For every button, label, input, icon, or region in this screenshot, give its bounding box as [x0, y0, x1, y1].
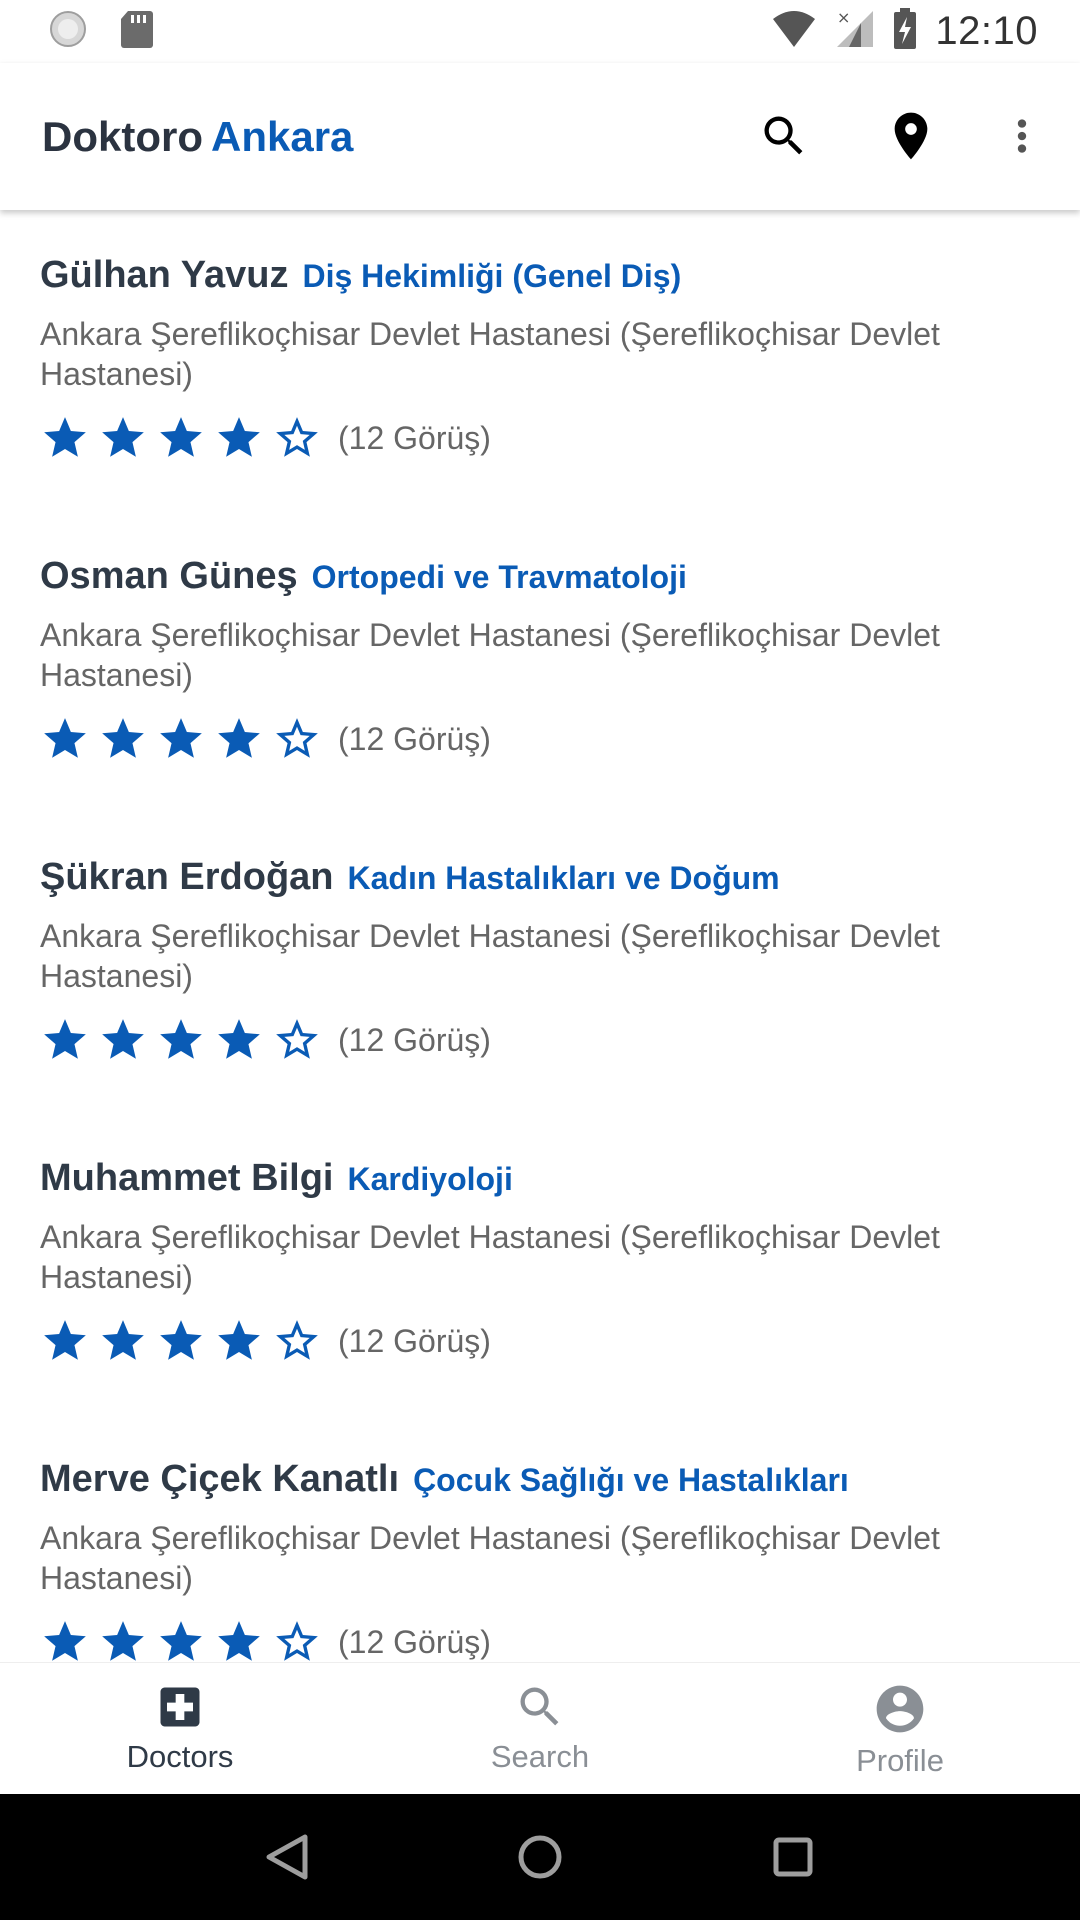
app-title-city: Ankara — [211, 113, 354, 160]
doctor-card[interactable]: Merve Çiçek Kanatlı Çocuk Sağlığı ve Hast… — [0, 1414, 1080, 1662]
star-outline-icon — [276, 1320, 318, 1360]
doctor-specialty: Kardiyoloji — [347, 1161, 513, 1197]
nav-doctors-label: Doctors — [126, 1739, 234, 1774]
doctor-specialty: Çocuk Sağlığı ve Hastalıkları — [413, 1462, 849, 1498]
doctor-name: Şükran Erdoğan — [40, 856, 334, 898]
star-outline-icon — [276, 417, 318, 457]
star-filled-icon — [218, 417, 260, 457]
doctor-card[interactable]: Gülhan Yavuz Diş Hekimliği (Genel Diş) Ank… — [0, 210, 1080, 511]
doctor-header: Osman Güneş Ortopedi ve Travmatoloji — [40, 555, 687, 598]
rating-row: (12 Görüş) — [40, 1617, 491, 1662]
doctor-specialty: Diş Hekimliği (Genel Diş) — [302, 258, 682, 294]
search-button[interactable] — [751, 103, 817, 169]
star-filled-icon — [160, 1621, 202, 1661]
status-notifications — [48, 9, 154, 54]
sync-icon — [48, 9, 88, 54]
doctor-header: Muhammet Bilgi Kardiyoloji — [40, 1157, 513, 1200]
overflow-menu-button[interactable] — [989, 103, 1055, 169]
cellular-signal-icon: × — [835, 8, 875, 54]
review-count: (12 Görüş) — [338, 1322, 491, 1359]
star-outline-icon — [276, 1621, 318, 1661]
star-filled-icon — [218, 1320, 260, 1360]
doctor-card[interactable]: Şükran Erdoğan Kadın Hastalıkları ve Doğu… — [0, 812, 1080, 1113]
doctor-card[interactable]: Muhammet Bilgi Kardiyoloji Ankara Şereflik… — [0, 1113, 1080, 1414]
star-filled-icon — [218, 1621, 260, 1661]
status-time: 12:10 — [935, 9, 1038, 53]
star-filled-icon — [44, 718, 86, 758]
app-title-brand: Doktoro — [42, 113, 203, 160]
star-filled-icon — [102, 417, 144, 457]
doctor-name: Merve Çiçek Kanatlı — [40, 1458, 400, 1500]
location-pin-icon — [894, 112, 928, 160]
doctor-hospital: Ankara Şereflikoçhisar Devlet Hastanesi … — [40, 617, 940, 693]
review-count: (12 Görüş) — [338, 419, 491, 456]
home-button[interactable] — [505, 1822, 575, 1892]
doctor-header: Merve Çiçek Kanatlı Çocuk Sağlığı ve Hast… — [40, 1458, 849, 1501]
status-system: × 12:10 — [771, 8, 1038, 55]
doctor-hospital: Ankara Şereflikoçhisar Devlet Hastanesi … — [40, 1520, 940, 1596]
account-circle-icon — [876, 1685, 924, 1733]
app-title: Doktoro Ankara — [42, 113, 353, 161]
nav-search-label: Search — [490, 1739, 590, 1774]
doctor-header: Gülhan Yavuz Diş Hekimliği (Genel Diş) — [40, 254, 681, 297]
doctor-name: Osman Güneş — [40, 555, 298, 597]
star-filled-icon — [160, 1320, 202, 1360]
doctor-name: Muhammet Bilgi — [40, 1157, 334, 1199]
home-circle-icon — [518, 1835, 562, 1879]
star-filled-icon — [160, 417, 202, 457]
medical-cross-icon — [160, 1687, 200, 1727]
battery-charging-icon — [893, 8, 917, 55]
search-icon — [520, 1687, 559, 1726]
doctor-name: Gülhan Yavuz — [40, 254, 289, 296]
wifi-icon — [771, 9, 817, 54]
app-bar: Doktoro Ankara — [0, 63, 1080, 210]
system-navigation-bar — [0, 1794, 1080, 1920]
review-count: (12 Görüş) — [338, 720, 491, 757]
doctor-hospital: Ankara Şereflikoçhisar Devlet Hastanesi … — [40, 1219, 940, 1295]
nav-search[interactable]: Search — [360, 1663, 720, 1794]
star-filled-icon — [44, 1621, 86, 1661]
star-filled-icon — [44, 1320, 86, 1360]
doctor-hospital: Ankara Şereflikoçhisar Devlet Hastanesi … — [40, 918, 940, 994]
doctor-list[interactable]: Gülhan Yavuz Diş Hekimliği (Genel Diş) Ank… — [0, 210, 1080, 1662]
recents-square-icon — [773, 1837, 813, 1877]
review-count: (12 Görüş) — [338, 1623, 491, 1660]
more-vert-icon — [1017, 119, 1027, 153]
doctor-hospital: Ankara Şereflikoçhisar Devlet Hastanesi … — [40, 316, 940, 392]
doctor-specialty: Ortopedi ve Travmatoloji — [311, 559, 687, 595]
star-filled-icon — [218, 1019, 260, 1059]
bottom-navigation: Doctors Search Profile — [0, 1662, 1080, 1794]
nav-profile-label: Profile — [856, 1743, 944, 1778]
back-triangle-icon — [266, 1834, 308, 1880]
status-bar: × 12:10 — [0, 0, 1080, 63]
rating-row: (12 Görüş) — [40, 714, 491, 764]
doctor-card[interactable]: Osman Güneş Ortopedi ve Travmatoloji Ankar… — [0, 511, 1080, 812]
star-filled-icon — [102, 1621, 144, 1661]
star-filled-icon — [102, 718, 144, 758]
back-button[interactable] — [252, 1822, 322, 1892]
doctor-specialty: Kadın Hastalıkları ve Doğum — [347, 860, 780, 896]
star-outline-icon — [276, 1019, 318, 1059]
rating-row: (12 Görüş) — [40, 1316, 491, 1366]
star-filled-icon — [44, 417, 86, 457]
star-filled-icon — [160, 1019, 202, 1059]
star-filled-icon — [102, 1320, 144, 1360]
nav-doctors[interactable]: Doctors — [0, 1663, 360, 1794]
star-outline-icon — [276, 718, 318, 758]
review-count: (12 Görüş) — [338, 1021, 491, 1058]
sd-card-icon — [120, 9, 154, 54]
star-filled-icon — [44, 1019, 86, 1059]
rating-row: (12 Görüş) — [40, 1015, 491, 1065]
search-icon — [764, 116, 803, 155]
svg-text:×: × — [837, 9, 850, 27]
rating-row: (12 Görüş) — [40, 413, 491, 463]
app-screen: × 12:10 Doktoro Ankara Gülhan Yavuz Diş … — [0, 0, 1080, 1920]
nav-profile[interactable]: Profile — [720, 1663, 1080, 1794]
star-filled-icon — [160, 718, 202, 758]
location-button[interactable] — [878, 103, 944, 169]
star-filled-icon — [218, 718, 260, 758]
doctor-header: Şükran Erdoğan Kadın Hastalıkları ve Doğu… — [40, 856, 780, 899]
recents-button[interactable] — [758, 1822, 828, 1892]
star-filled-icon — [102, 1019, 144, 1059]
